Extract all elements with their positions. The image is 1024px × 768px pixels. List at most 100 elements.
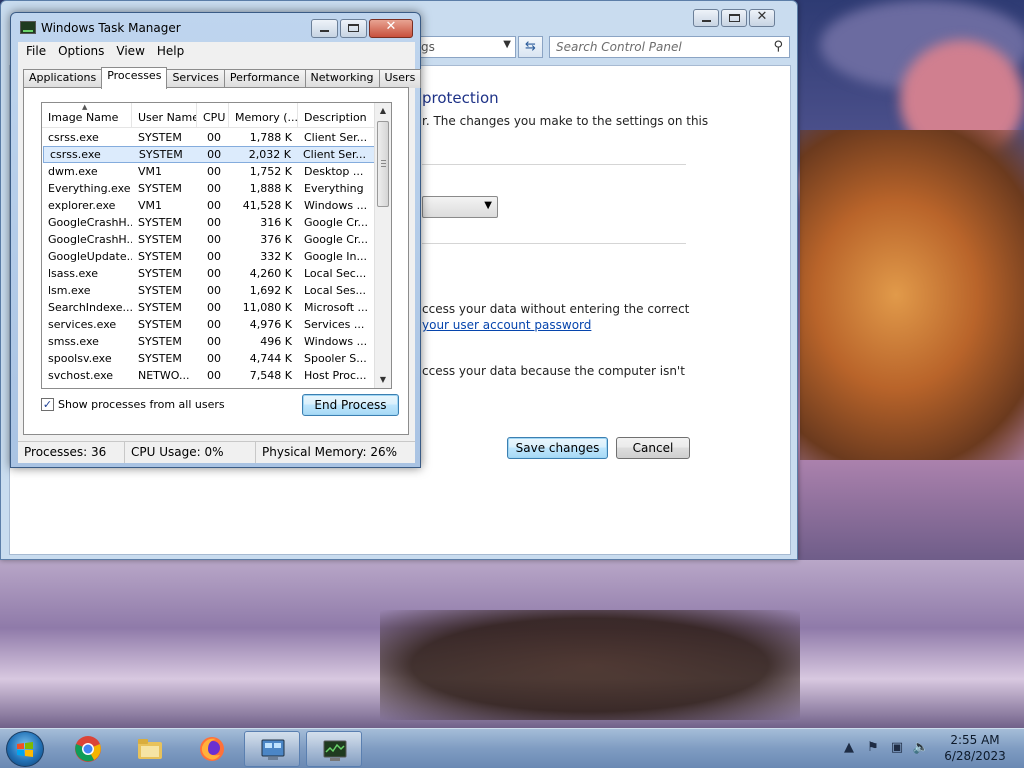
volume-icon[interactable]: 🔈 (912, 739, 930, 757)
process-description: Client Ser... (304, 131, 368, 144)
process-name: dwm.exe (48, 165, 98, 178)
user-account-password-link[interactable]: your user account password (422, 318, 591, 332)
process-name: svchost.exe (48, 369, 114, 382)
process-row[interactable]: lsm.exe SYSTEM 00 1,692 K Local Ses... (42, 282, 376, 299)
menu-view[interactable]: View (110, 42, 150, 62)
process-user: NETWO... (138, 369, 190, 382)
task-manager-window[interactable]: Windows Task Manager ✕ File Options View… (10, 12, 422, 468)
process-memory: 11,080 K (242, 301, 292, 314)
process-cpu: 00 (207, 165, 221, 178)
process-cpu: 00 (207, 335, 221, 348)
process-cpu: 00 (207, 318, 221, 331)
show-all-processes-option[interactable]: ✓ Show processes from all users (41, 398, 225, 411)
process-description: Desktop ... (304, 165, 364, 178)
taskbar-task-manager[interactable] (306, 731, 362, 767)
process-row[interactable]: csrss.exe SYSTEM 00 1,788 K Client Ser... (42, 129, 376, 146)
refresh-button[interactable]: ⇆ (518, 36, 543, 58)
process-user: SYSTEM (138, 267, 182, 280)
column-memory[interactable]: Memory (... (229, 103, 298, 128)
process-row[interactable]: explorer.exe VM1 00 41,528 K Windows ... (42, 197, 376, 214)
tab-users[interactable]: Users (378, 69, 422, 88)
process-row[interactable]: GoogleCrashH... SYSTEM 00 376 K Google Cr... (42, 231, 376, 248)
process-row[interactable]: smss.exe SYSTEM 00 496 K Windows ... (42, 333, 376, 350)
process-row[interactable]: dwm.exe VM1 00 1,752 K Desktop ... (42, 163, 376, 180)
tab-networking[interactable]: Networking (304, 69, 380, 88)
taskbar-chrome[interactable] (60, 731, 116, 767)
action-center-icon[interactable]: ⚑ (864, 739, 882, 757)
task-manager-icon (323, 740, 347, 761)
close-button[interactable]: ✕ (749, 9, 775, 27)
column-description[interactable]: Description (298, 103, 376, 128)
taskbar-explorer[interactable] (122, 731, 178, 767)
menu-help[interactable]: Help (151, 42, 190, 62)
process-user: SYSTEM (138, 335, 182, 348)
setting-dropdown[interactable]: ▼ (422, 196, 498, 218)
process-cpu: 00 (207, 352, 221, 365)
wallpaper-cliff (800, 130, 1024, 460)
sort-ascending-icon: ▲ (82, 103, 88, 111)
process-row[interactable]: svchost.exe NETWO... 00 7,548 K Host Proc... (42, 367, 376, 384)
column-image-name[interactable]: ▲ Image Name (42, 103, 132, 128)
tab-applications[interactable]: Applications (23, 69, 103, 88)
end-process-button[interactable]: End Process (302, 394, 399, 416)
save-changes-button[interactable]: Save changes (507, 437, 608, 459)
taskbar-firefox[interactable] (184, 731, 240, 767)
status-physical-memory: Physical Memory: 26% (262, 445, 398, 459)
process-row[interactable]: GoogleCrashH... SYSTEM 00 316 K Google Cr... (42, 214, 376, 231)
chevron-down-icon[interactable]: ▼ (503, 39, 511, 50)
vertical-scrollbar[interactable]: ▲ ▼ (374, 103, 391, 388)
start-button[interactable] (6, 731, 44, 767)
task-manager-icon (20, 21, 36, 34)
menu-file[interactable]: File (20, 42, 52, 62)
search-placeholder: Search Control Panel (556, 40, 682, 54)
process-cpu: 00 (207, 233, 221, 246)
cancel-button[interactable]: Cancel (616, 437, 690, 459)
process-row[interactable]: Everything.exe SYSTEM 00 1,888 K Everything (42, 180, 376, 197)
show-all-processes-checkbox[interactable]: ✓ (41, 398, 54, 411)
process-row[interactable]: csrss.exe SYSTEM 00 2,032 K Client Ser... (43, 146, 375, 163)
process-row[interactable]: spoolsv.exe SYSTEM 00 4,744 K Spooler S... (42, 350, 376, 367)
search-icon[interactable]: ⚲ (773, 39, 783, 54)
tab-performance[interactable]: Performance (223, 69, 306, 88)
process-cpu: 00 (207, 148, 222, 161)
menu-options[interactable]: Options (52, 42, 110, 62)
column-user-name[interactable]: User Name (132, 103, 197, 128)
maximize-button[interactable] (340, 19, 367, 38)
column-cpu[interactable]: CPU (197, 103, 229, 128)
process-row[interactable]: lsass.exe SYSTEM 00 4,260 K Local Sec... (42, 265, 376, 282)
process-description: Host Proc... (304, 369, 367, 382)
process-name: SearchIndexe... (48, 301, 132, 314)
network-icon[interactable]: ▣ (888, 739, 906, 757)
taskbar-control-panel[interactable] (244, 731, 300, 767)
close-icon: ✕ (385, 19, 397, 34)
process-description: Local Ses... (304, 284, 366, 297)
process-list[interactable]: ▲ Image Name User Name CPU Memory (... D… (41, 102, 392, 389)
folder-icon (138, 739, 162, 759)
scroll-down-arrow[interactable]: ▼ (375, 372, 391, 388)
search-input[interactable]: Search Control Panel ⚲ (549, 36, 790, 58)
scroll-up-arrow[interactable]: ▲ (375, 103, 391, 119)
process-row[interactable]: GoogleUpdate.... SYSTEM 00 332 K Google In..… (42, 248, 376, 265)
scrollbar-thumb[interactable] (377, 121, 389, 207)
maximize-button[interactable] (721, 9, 747, 27)
clock-time: 2:55 AM (950, 733, 1000, 747)
process-memory: 4,976 K (249, 318, 292, 331)
task-manager-titlebar[interactable]: Windows Task Manager ✕ (11, 13, 420, 41)
process-row[interactable]: SearchIndexe... SYSTEM 00 11,080 K Microsoft… (42, 299, 376, 316)
show-hidden-icons-arrow[interactable]: ▲ (840, 739, 858, 757)
process-description: Windows ... (304, 335, 368, 348)
process-user: VM1 (138, 199, 163, 212)
tab-services[interactable]: Services (166, 69, 225, 88)
page-heading: protection (422, 89, 499, 107)
close-button[interactable]: ✕ (369, 19, 413, 38)
process-row[interactable]: services.exe SYSTEM 00 4,976 K Services ... (42, 316, 376, 333)
tab-processes[interactable]: Processes (101, 67, 168, 89)
address-bar[interactable]: gs ▼ (414, 36, 516, 58)
address-bar-text: gs (421, 40, 435, 54)
minimize-button[interactable] (311, 19, 338, 38)
process-cpu: 00 (207, 199, 221, 212)
process-name: GoogleCrashH... (48, 216, 132, 229)
clock[interactable]: 2:55 AM 6/28/2023 (935, 732, 1015, 764)
minimize-button[interactable] (693, 9, 719, 27)
close-icon: ✕ (756, 9, 768, 24)
